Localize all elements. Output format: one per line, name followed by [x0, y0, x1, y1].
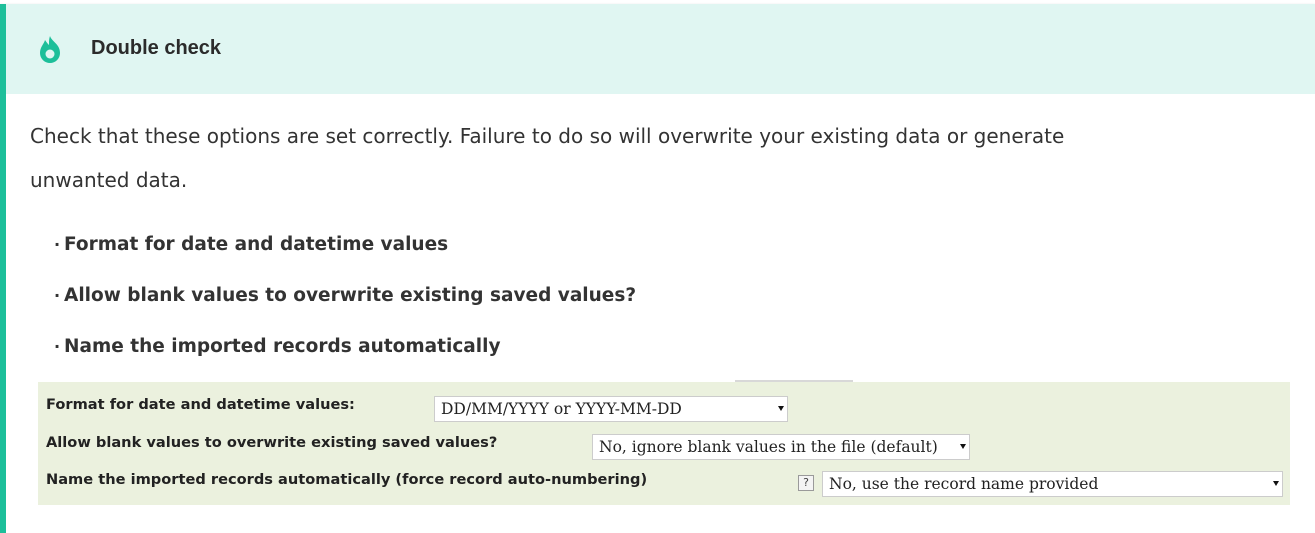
admonition-double-check: Double check Check that these options ar…: [0, 4, 1315, 533]
import-options-panel: Format for date and datetime values: DD/…: [38, 382, 1290, 505]
chevron-down-icon: [778, 406, 784, 411]
auto-numbering-label: Name the imported records automatically …: [46, 471, 648, 489]
date-format-label: Format for date and datetime values:: [46, 396, 355, 414]
body-line-2: unwanted data.: [30, 168, 188, 192]
flame-icon: [36, 34, 64, 64]
chevron-down-icon: [1273, 481, 1279, 486]
list-item: · Allow blank values to overwrite existin…: [54, 285, 637, 306]
date-format-select[interactable]: DD/MM/YYYY or YYYY-MM-DD: [434, 396, 788, 422]
chevron-down-icon: [960, 444, 966, 449]
blank-values-label: Allow blank values to overwrite existing…: [46, 434, 498, 452]
date-format-row: Format for date and datetime values: DD/…: [46, 396, 1286, 422]
options-bullet-list: · Format for date and datetime values · Al…: [54, 220, 636, 373]
auto-numbering-select[interactable]: No, use the record name provided: [822, 471, 1283, 497]
admonition-header: Double check: [6, 4, 1315, 94]
blank-values-select[interactable]: No, ignore blank values in the file (def…: [592, 434, 970, 460]
help-icon[interactable]: ?: [798, 475, 814, 491]
blank-values-row: Allow blank values to overwrite existing…: [46, 434, 1286, 460]
auto-numbering-row: Name the imported records automatically …: [46, 471, 1286, 497]
body-line-1: Check that these options are set correct…: [30, 124, 1065, 148]
list-item: · Name the imported records automatically: [54, 336, 501, 357]
admonition-title: Double check: [91, 37, 222, 59]
list-item: · Format for date and datetime values: [54, 234, 449, 255]
admonition-body-text: Check that these options are set correct…: [30, 114, 1290, 202]
